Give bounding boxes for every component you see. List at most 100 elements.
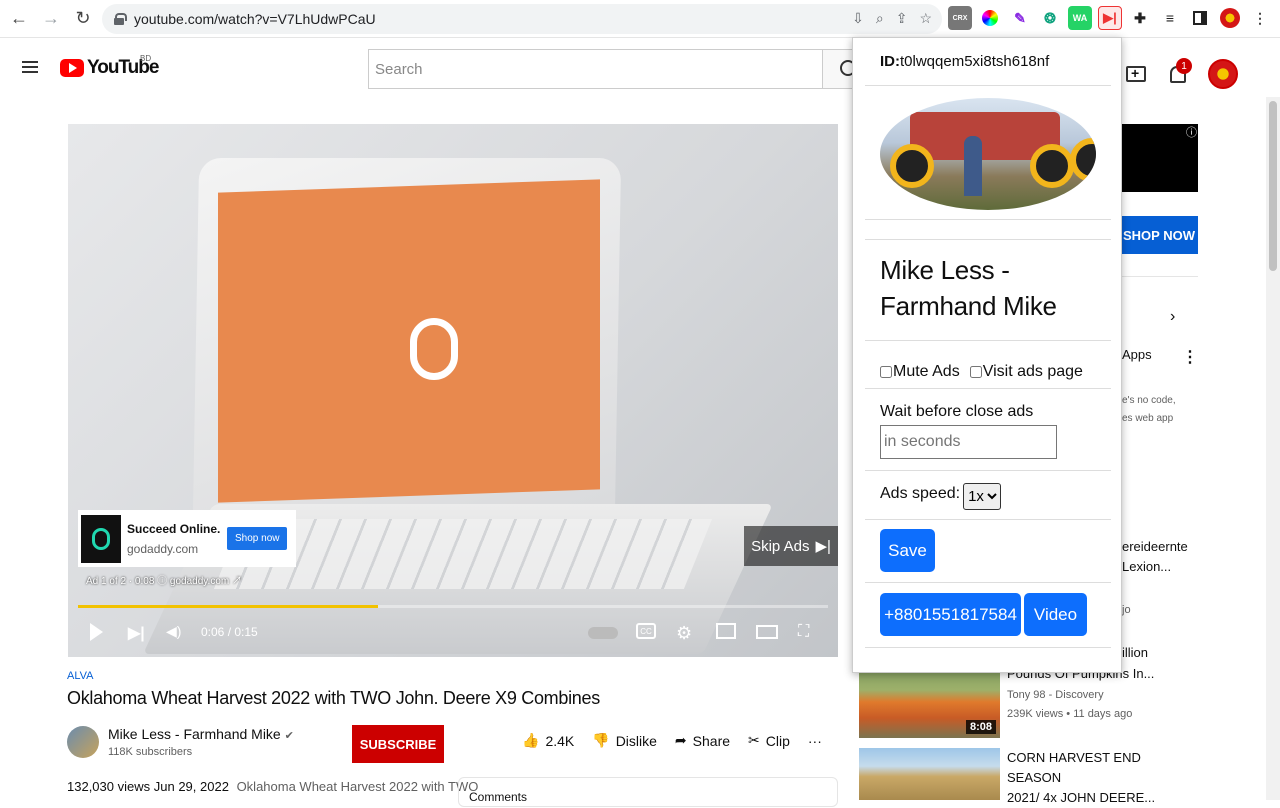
tractor-wheel bbox=[1070, 138, 1096, 182]
zoom-icon[interactable]: ⌕ bbox=[876, 10, 884, 27]
video-player[interactable]: Succeed Online. godaddy.com Shop now Ad … bbox=[68, 124, 838, 657]
theater-mode-icon[interactable] bbox=[756, 625, 778, 639]
divider bbox=[1120, 276, 1198, 277]
share-button[interactable]: ➦ Share bbox=[675, 732, 730, 749]
extensions-puzzle-icon[interactable]: ✚ bbox=[1128, 6, 1152, 30]
thumbs-down-icon: 👎 bbox=[592, 732, 610, 748]
page-scrollbar[interactable] bbox=[1266, 97, 1280, 800]
dislike-button[interactable]: 👎 Dislike bbox=[592, 732, 657, 749]
youtube-play-icon bbox=[60, 59, 84, 77]
scrollbar-thumb[interactable] bbox=[1269, 101, 1277, 271]
progress-bar[interactable] bbox=[78, 605, 828, 608]
ads-extension-popup: ID:t0lwqqem5xi8tsh618nf Mike Less - Farm… bbox=[852, 37, 1122, 673]
address-bar[interactable]: youtube.com/watch?v=V7LhUdwPCaU ⇩ ⌕ ⇪ ☆ bbox=[102, 4, 942, 34]
kebab-menu-icon[interactable]: ⋮ bbox=[1182, 347, 1198, 367]
channel-avatar[interactable] bbox=[67, 726, 99, 758]
sidebar-shop-now-button[interactable]: SHOP NOW bbox=[1120, 216, 1198, 254]
color-picker-extension-icon[interactable] bbox=[978, 6, 1002, 30]
visit-ads-page-option[interactable]: Visit ads page bbox=[969, 355, 1083, 388]
ad-info-icon[interactable]: ⓘ bbox=[1186, 124, 1197, 140]
notifications-bell-icon[interactable]: 1 bbox=[1168, 58, 1192, 84]
forward-arrow-icon[interactable]: → bbox=[38, 6, 64, 32]
media-control-icon[interactable]: ≡ bbox=[1158, 6, 1182, 30]
ads-speed-select[interactable]: 1x bbox=[963, 483, 1002, 510]
url-text: youtube.com/watch?v=V7LhUdwPCaU bbox=[134, 11, 376, 27]
view-count: 132,030 views bbox=[67, 779, 151, 794]
video-button[interactable]: Video bbox=[1024, 593, 1087, 636]
wait-seconds-input[interactable] bbox=[880, 425, 1057, 459]
verified-icon: ✔ bbox=[284, 730, 294, 742]
tractor-wheel bbox=[890, 144, 934, 188]
share-icon[interactable]: ⇪ bbox=[896, 10, 908, 27]
rec-partial-title-1[interactable]: ereideernte Lexion... bbox=[1122, 537, 1188, 577]
comments-panel[interactable]: Comments bbox=[458, 777, 838, 807]
bookmark-star-icon[interactable]: ☆ bbox=[919, 10, 932, 27]
save-button[interactable]: Save bbox=[880, 529, 935, 572]
autoplay-toggle[interactable] bbox=[588, 627, 618, 639]
miniplayer-icon[interactable] bbox=[716, 623, 736, 639]
more-actions-button[interactable]: ··· bbox=[808, 733, 822, 749]
video-title: Oklahoma Wheat Harvest 2022 with TWO Joh… bbox=[67, 688, 600, 708]
youtube-logo[interactable]: YouTube BD bbox=[60, 54, 159, 79]
side-panel-icon[interactable] bbox=[1188, 6, 1212, 30]
chip-apps[interactable]: Apps bbox=[1122, 347, 1152, 362]
subscribe-button[interactable]: SUBSCRIBE bbox=[352, 725, 444, 763]
browser-toolbar: ← → ↻ youtube.com/watch?v=V7LhUdwPCaU ⇩ … bbox=[0, 0, 1280, 38]
play-icon[interactable] bbox=[90, 623, 103, 641]
next-track-icon[interactable]: ▶| bbox=[128, 623, 145, 643]
popup-save-row: Save bbox=[865, 520, 1111, 583]
reload-icon[interactable]: ↻ bbox=[70, 6, 96, 32]
crx-extension-icon[interactable]: CRX bbox=[948, 6, 972, 30]
account-avatar[interactable] bbox=[1208, 59, 1238, 89]
wa-extension-icon[interactable]: WA bbox=[1068, 6, 1092, 30]
create-video-icon[interactable] bbox=[1126, 65, 1146, 82]
comments-label: Comments bbox=[469, 790, 528, 804]
ad-shop-now-button[interactable]: Shop now bbox=[227, 527, 288, 550]
progress-fill bbox=[78, 605, 378, 608]
volume-icon[interactable]: ◀) bbox=[166, 623, 181, 640]
skip-next-icon: ▶| bbox=[815, 538, 831, 555]
mute-ads-option[interactable]: Mute Ads bbox=[880, 355, 960, 388]
rec-meta-1: Tony 98 - Discovery 239K views • 11 days… bbox=[1007, 689, 1133, 720]
profile-avatar-icon[interactable] bbox=[1218, 6, 1242, 30]
ad-overlay-card[interactable]: Succeed Online. godaddy.com Shop now bbox=[78, 510, 296, 567]
description-preview: Oklahoma Wheat Harvest 2022 with TWO bbox=[236, 779, 479, 794]
ads-skipper-extension-icon[interactable]: ▶| bbox=[1098, 6, 1122, 30]
popup-checkbox-row: Mute Ads Visit ads page bbox=[865, 341, 1111, 389]
chevron-right-icon[interactable]: › bbox=[1170, 308, 1175, 326]
mute-ads-checkbox[interactable] bbox=[880, 365, 892, 378]
rec-duration: 8:08 bbox=[965, 720, 996, 734]
wait-label: Wait before close ads bbox=[880, 403, 1034, 420]
rec-thumbnail-2[interactable] bbox=[859, 748, 1000, 800]
skip-ads-button[interactable]: Skip Ads ▶| bbox=[744, 526, 838, 566]
person-figure bbox=[964, 136, 982, 196]
channel-tag[interactable]: ALVA bbox=[67, 670, 94, 682]
video-actions: 👍 2.4K 👎 Dislike ➦ Share ✂ Clip ··· bbox=[522, 732, 822, 749]
popup-channel-name: Mike Less - Farmhand Mike bbox=[865, 240, 1111, 341]
like-button[interactable]: 👍 2.4K bbox=[522, 732, 574, 749]
rec-title-2[interactable]: CORN HARVEST END SEASON 2021/ 4x JOHN DE… bbox=[1007, 748, 1177, 808]
channel-name[interactable]: Mike Less - Farmhand Mike ✔ bbox=[108, 726, 294, 742]
scissors-icon: ✂ bbox=[748, 732, 760, 748]
popup-image-row bbox=[865, 86, 1111, 220]
back-arrow-icon[interactable]: ← bbox=[6, 6, 32, 32]
captions-icon[interactable]: CC bbox=[636, 623, 656, 639]
popup-wait-row: Wait before close ads bbox=[865, 389, 1111, 471]
hamburger-menu-icon[interactable] bbox=[22, 61, 38, 73]
fullscreen-icon[interactable]: ⛶ bbox=[798, 623, 809, 641]
install-icon[interactable]: ⇩ bbox=[852, 10, 864, 27]
id-value: t0lwqqem5xi8tsh618nf bbox=[900, 53, 1050, 70]
share-arrow-icon: ➦ bbox=[674, 732, 687, 748]
openai-extension-icon[interactable]: ❂ bbox=[1038, 6, 1062, 30]
browser-menu-icon[interactable]: ⋮ bbox=[1248, 6, 1272, 30]
search-input[interactable]: Search bbox=[368, 49, 823, 89]
clip-button[interactable]: ✂ Clip bbox=[748, 732, 790, 749]
rec-partial-meta: jo bbox=[1122, 604, 1131, 616]
ad-info-text[interactable]: Ad 1 of 2 · 0:08 ⓘ godaddy.com ↗ bbox=[86, 572, 242, 587]
visit-ads-page-checkbox[interactable] bbox=[969, 365, 982, 378]
settings-gear-icon[interactable]: ⚙ bbox=[676, 623, 692, 644]
video-views-date[interactable]: 132,030 views Jun 29, 2022 Oklahoma Whea… bbox=[67, 779, 478, 794]
pen-extension-icon[interactable]: ✎ bbox=[1008, 6, 1032, 30]
rec-partial-title-2[interactable]: illion bbox=[1122, 643, 1148, 663]
phone-button[interactable]: +8801551817584 bbox=[880, 593, 1021, 636]
